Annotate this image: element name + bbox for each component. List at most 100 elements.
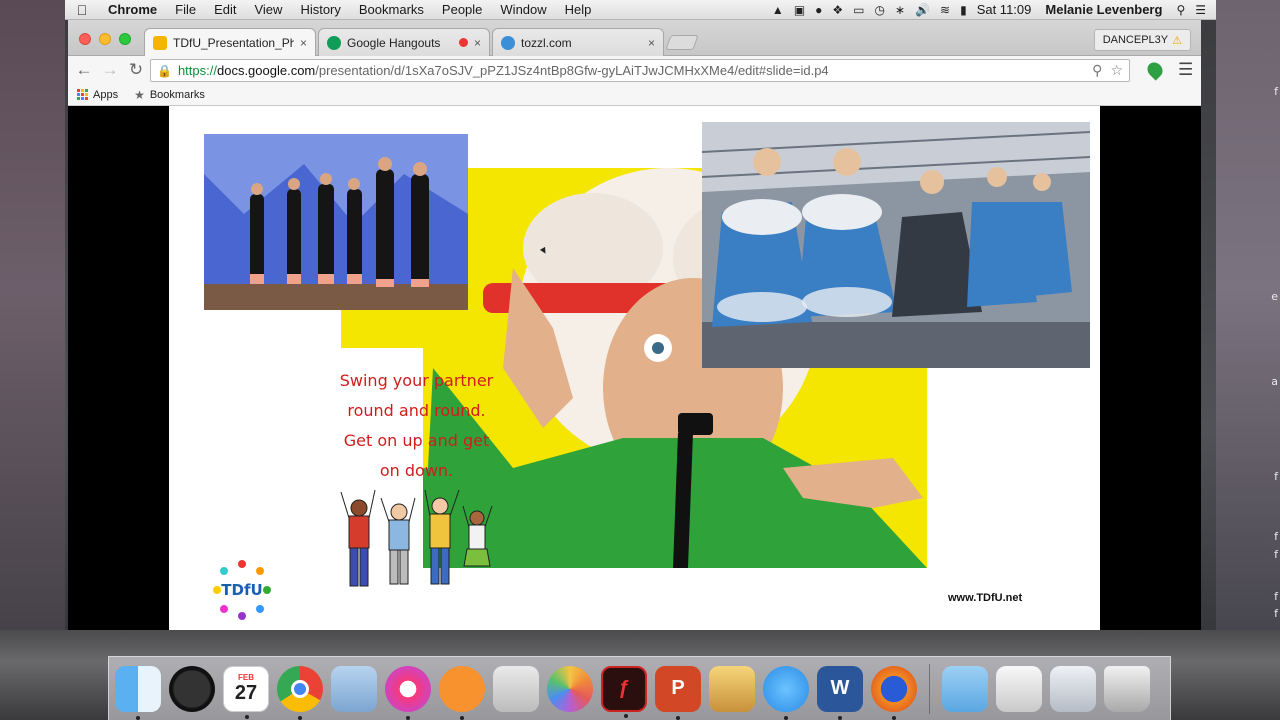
lock-icon[interactable]: 🔒 <box>157 64 172 78</box>
messages-icon[interactable] <box>763 665 809 720</box>
preview-icon[interactable] <box>331 665 377 712</box>
tab-close-icon[interactable]: × <box>474 36 481 50</box>
menu-bookmarks[interactable]: Bookmarks <box>350 2 433 17</box>
applications-folder-icon[interactable] <box>942 665 988 712</box>
wallpaper-text-fragment: a <box>1271 375 1278 388</box>
slides-favicon-icon <box>153 35 167 50</box>
wallpaper-text-fragment: f <box>1274 470 1278 483</box>
recording-indicator-icon <box>458 38 468 47</box>
drive-sync-icon[interactable]: ▲ <box>772 3 784 17</box>
star-icon: ★ <box>134 87 145 102</box>
apple-menu-icon[interactable]:  <box>65 2 99 18</box>
bookmarks-folder[interactable]: ★ Bookmarks <box>134 88 205 102</box>
bluetooth-icon[interactable]: ∗ <box>895 3 905 17</box>
browser-toolbar: ← → ↻ 🔒 https:// docs.google.com /presen… <box>68 56 1201 84</box>
search-icon[interactable]: ⚲ <box>1092 62 1102 79</box>
downloads-stack-icon[interactable] <box>1050 665 1096 712</box>
quote-line: Swing your partner <box>339 371 494 390</box>
quote-line: round and round. <box>347 401 486 420</box>
volume-icon[interactable]: 🔊 <box>915 3 930 17</box>
notification-center-icon[interactable]: ☰ <box>1195 3 1206 17</box>
powerpoint-icon[interactable]: P <box>655 665 701 720</box>
painting-icon[interactable] <box>709 665 755 712</box>
menu-view[interactable]: View <box>245 2 291 17</box>
acrobat-icon[interactable]: ƒ <box>601 665 647 718</box>
calendar-icon[interactable]: FEB 27 <box>223 665 269 719</box>
profile-button[interactable]: DANCEPL3Y ⚠ <box>1093 29 1191 51</box>
tab-presentation[interactable]: TDfU_Presentation_Physe × <box>144 28 316 56</box>
menu-history[interactable]: History <box>291 2 349 17</box>
apps-shortcut[interactable]: Apps <box>77 89 118 101</box>
photos-icon[interactable] <box>547 665 593 712</box>
wallpaper-text-fragment: f <box>1274 530 1278 543</box>
time-machine-icon[interactable]: ◷ <box>875 3 885 17</box>
url-scheme: https:// <box>177 63 217 78</box>
menu-window[interactable]: Window <box>491 2 555 17</box>
new-tab-button[interactable] <box>665 35 699 50</box>
wallpaper-text-fragment: f <box>1274 85 1278 98</box>
status-menus: ▲ ▣ ● ❖ ▭ ◷ ∗ 🔊 ≋ ▮ Sat 11:09 Melanie Le… <box>772 2 1216 17</box>
dance-class-photo <box>204 134 468 310</box>
menu-edit[interactable]: Edit <box>205 2 245 17</box>
back-button[interactable]: ← <box>71 60 97 80</box>
evernote-icon[interactable]: ● <box>815 3 822 17</box>
chrome-menu-icon[interactable]: ☰ <box>1178 60 1193 80</box>
image-capture-icon[interactable] <box>493 665 539 712</box>
wallpaper-text-fragment: f <box>1274 607 1278 620</box>
quote-line: Get on up and get <box>343 431 490 450</box>
wallpaper-text-fragment: f <box>1274 548 1278 561</box>
costume-dancers-photo <box>702 122 1090 368</box>
quote-line: on down. <box>379 461 454 480</box>
address-bar[interactable]: 🔒 https:// docs.google.com /presentation… <box>150 59 1130 82</box>
reload-button[interactable]: ↻ <box>123 60 149 80</box>
bookmarks-bar: Apps ★ Bookmarks <box>68 84 1201 106</box>
browser-window: TDfU_Presentation_Physe × Google Hangout… <box>68 20 1201 630</box>
adobe-icon[interactable]: ▣ <box>794 3 805 17</box>
trash-icon[interactable] <box>1104 665 1150 712</box>
tab-google-hangouts[interactable]: Google Hangouts × <box>318 28 490 56</box>
calendar-month: FEB <box>238 672 254 682</box>
dropbox-icon[interactable]: ❖ <box>832 3 843 17</box>
finder-icon[interactable] <box>115 665 161 720</box>
itunes-icon[interactable] <box>385 665 431 720</box>
tab-title: TDfU_Presentation_Physe <box>173 35 294 50</box>
window-minimize-button[interactable] <box>99 33 111 45</box>
airplay-icon[interactable]: ▭ <box>853 3 864 17</box>
tozzl-favicon-icon <box>501 35 515 50</box>
slide[interactable]: Swing your partner round and round. Get … <box>169 106 1100 630</box>
window-close-button[interactable] <box>79 33 91 45</box>
spotlight-search-icon[interactable]: ⚲ <box>1176 3 1185 17</box>
menu-help[interactable]: Help <box>556 2 601 17</box>
window-zoom-button[interactable] <box>119 33 131 45</box>
tab-close-icon[interactable]: × <box>648 36 655 50</box>
logo-text: TDfU <box>221 581 263 599</box>
tab-tozzl[interactable]: tozzl.com × <box>492 28 664 56</box>
tab-strip: TDfU_Presentation_Physe × Google Hangout… <box>68 20 1201 56</box>
wallpaper-text-fragment: e <box>1271 290 1278 303</box>
chrome-icon[interactable] <box>277 665 323 720</box>
cheering-kids-clipart <box>337 486 497 594</box>
website-url: www.TDfU.net <box>948 592 1023 604</box>
forward-button[interactable]: → <box>97 60 123 80</box>
menu-app-name[interactable]: Chrome <box>99 2 166 17</box>
tab-title: Google Hangouts <box>347 35 441 50</box>
ibooks-icon[interactable] <box>439 665 485 720</box>
presentation-viewport: Swing your partner round and round. Get … <box>68 106 1201 630</box>
dashboard-icon[interactable] <box>169 665 215 712</box>
menu-people[interactable]: People <box>433 2 491 17</box>
user-name[interactable]: Melanie Levenberg <box>1041 2 1166 17</box>
word-icon[interactable]: W <box>817 665 863 720</box>
dock-separator <box>929 663 930 714</box>
bookmark-star-icon[interactable]: ☆ <box>1110 62 1123 79</box>
wifi-icon[interactable]: ≋ <box>940 3 950 17</box>
battery-icon[interactable]: ▮ <box>960 3 967 17</box>
firefox-icon[interactable] <box>871 665 917 720</box>
menu-file[interactable]: File <box>166 2 205 17</box>
dock: FEB 27 ƒ P W <box>108 656 1171 720</box>
clock[interactable]: Sat 11:09 <box>977 2 1032 17</box>
documents-stack-icon[interactable] <box>996 665 1042 712</box>
apps-grid-icon <box>77 89 88 100</box>
url-path: /presentation/d/1sXa7oSJV_pPZ1JSz4ntBp8G… <box>315 63 829 78</box>
bookmarks-label: Bookmarks <box>149 88 205 101</box>
tab-close-icon[interactable]: × <box>300 36 307 50</box>
